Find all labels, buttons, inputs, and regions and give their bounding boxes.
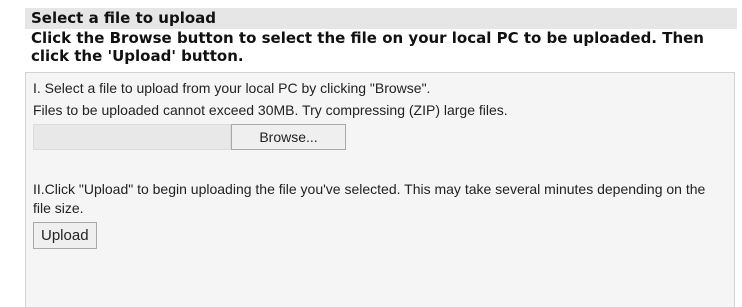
file-size-limit-note: Files to be uploaded cannot exceed 30MB.… (33, 102, 508, 118)
step1-instruction: I. Select a file to upload from your loc… (33, 80, 431, 96)
page: Select a file to upload Click the Browse… (0, 0, 742, 307)
file-input: Browse... (33, 124, 734, 150)
upload-panel: Select a file to upload Click the Browse… (25, 8, 737, 307)
upload-form: I. Select a file to upload from your loc… (25, 72, 735, 307)
panel-title: Select a file to upload (25, 8, 737, 29)
step2-instruction: II.Click "Upload" to begin uploading the… (33, 181, 706, 216)
file-path-field[interactable] (33, 124, 231, 150)
panel-instructions: Click the Browse button to select the fi… (31, 29, 704, 65)
browse-button[interactable]: Browse... (231, 124, 346, 150)
upload-button[interactable]: Upload (33, 222, 97, 249)
